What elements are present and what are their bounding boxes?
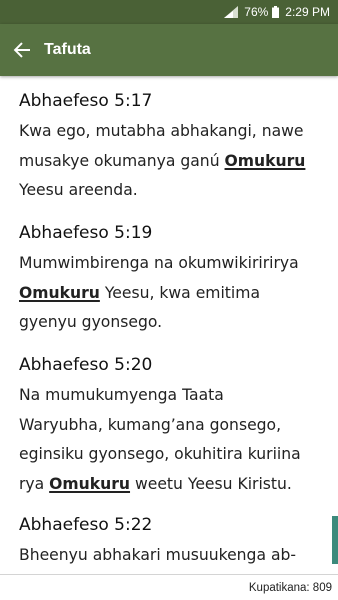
- results-count-footer: Kupatikana: 809: [0, 574, 338, 600]
- verse-reference: Abhaefeso 5:19: [19, 223, 153, 243]
- results-count: Kupatikana: 809: [248, 581, 332, 594]
- list-item[interactable]: Abhaefeso 5:22 Bheenyu abhakari musuuken…: [19, 515, 329, 571]
- arrow-back-icon: [13, 42, 30, 58]
- verse-text: Kwa ego, mutabha abhakangi, nawe musakye …: [19, 117, 329, 206]
- search-term-highlight: Omukuru: [224, 151, 306, 170]
- verse-line: Waryubha, kumang’ana gonsego,: [19, 415, 282, 434]
- verse-line: Kwa ego, mutabha abhakangi, nawe: [19, 122, 304, 140]
- scrollbar-thumb[interactable]: [332, 516, 338, 564]
- list-item[interactable]: Abhaefeso 5:20 Na mumukumyenga Taata Wary…: [19, 355, 329, 499]
- list-item[interactable]: Abhaefeso 5:17 Kwa ego, mutabha abhakang…: [19, 91, 329, 206]
- verse-line: Bheenyu abhakari musuukenga ab-: [19, 546, 297, 564]
- app-bar: Tafuta: [0, 24, 338, 76]
- signal-icon: [224, 6, 239, 18]
- verse-text: Na mumukumyenga Taata Waryubha, kumang’an…: [19, 381, 329, 499]
- verse-reference: Abhaefeso 5:22: [19, 515, 153, 535]
- verse-line: Na mumukumyenga Taata: [19, 386, 224, 404]
- battery-percent: 76%: [244, 5, 269, 19]
- verse-reference: Abhaefeso 5:20: [19, 355, 153, 375]
- verse-line: musakye okumanya ganú Omukuru: [19, 151, 306, 170]
- verse-line: eginsiku gyonsego, okuhitira kuriina: [19, 445, 301, 463]
- verse-line: Yeesu areenda.: [19, 181, 138, 199]
- verse-text: Mumwimbirenga na okumwikiririrya Omukuru …: [19, 249, 329, 338]
- clock: 2:29 PM: [285, 5, 330, 19]
- page-title: Tafuta: [44, 41, 91, 58]
- verse-line: gyenyu gyonsego.: [19, 313, 163, 331]
- verse-text: Bheenyu abhakari musuukenga ab-: [19, 541, 329, 571]
- back-button[interactable]: [0, 24, 44, 76]
- search-results-list[interactable]: Abhaefeso 5:17 Kwa ego, mutabha abhakang…: [0, 76, 338, 574]
- verse-line: Mumwimbirenga na okumwikiririrya: [19, 254, 299, 272]
- verse-line: Omukuru Yeesu, kwa emitima: [19, 283, 260, 302]
- verse-reference: Abhaefeso 5:17: [19, 91, 153, 111]
- status-bar: 76% 2:29 PM: [0, 0, 338, 24]
- verse-line: rya Omukuru weetu Yeesu Kiristu.: [19, 474, 292, 493]
- list-item[interactable]: Abhaefeso 5:19 Mumwimbirenga na okumwiki…: [19, 223, 329, 338]
- battery-icon: [272, 6, 280, 18]
- search-term-highlight: Omukuru: [49, 474, 131, 493]
- search-term-highlight: Omukuru: [19, 283, 100, 302]
